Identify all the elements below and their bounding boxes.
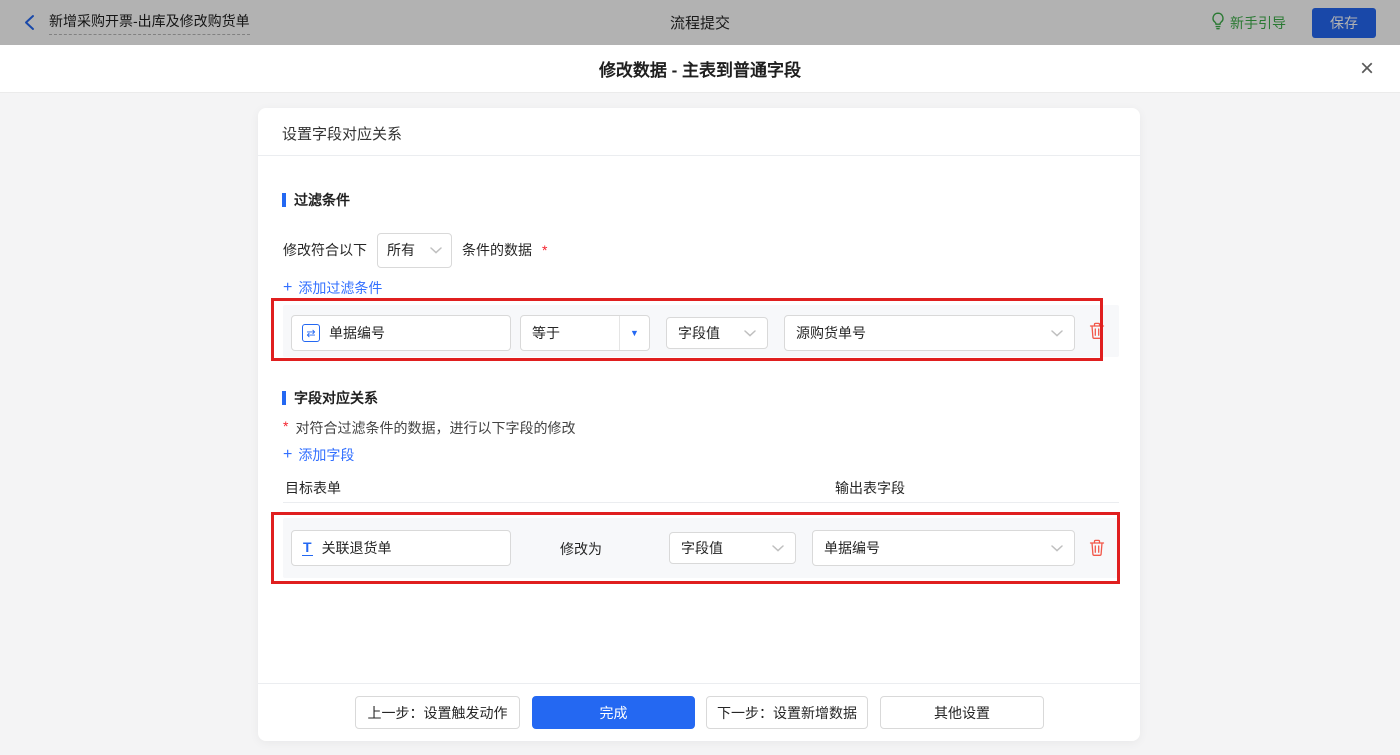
filter-field-input[interactable]: ⇄ 单据编号 — [291, 315, 511, 351]
card-header: 设置字段对应关系 — [282, 123, 402, 144]
prev-step-button[interactable]: 上一步：设置触发动作 — [355, 696, 520, 729]
chevron-down-icon — [772, 545, 784, 552]
required-asterisk: * — [283, 418, 288, 434]
filter-section-title: 过滤条件 — [282, 190, 350, 210]
field-mapping-card: 设置字段对应关系 过滤条件 修改符合以下 所有 条件的数据 * + 添加过滤条件… — [258, 108, 1140, 741]
filter-match-sentence: 修改符合以下 所有 条件的数据 * — [283, 232, 547, 268]
output-field-select[interactable]: 单据编号 — [812, 530, 1075, 566]
lookup-field-icon: ⇄ — [302, 324, 320, 342]
section-accent-bar — [282, 193, 286, 207]
required-asterisk: * — [542, 242, 547, 258]
section-accent-bar — [282, 391, 286, 405]
sentence-suffix: 条件的数据 — [462, 240, 532, 260]
sentence-prefix: 修改符合以下 — [283, 240, 367, 260]
plus-icon: + — [283, 281, 292, 295]
top-bar: 新增采购开票-出库及修改购货单 流程提交 新手引导 保存 — [0, 0, 1400, 45]
column-header-target-form: 目标表单 — [285, 478, 341, 498]
lightbulb-icon — [1211, 12, 1225, 33]
mapping-section-title: 字段对应关系 — [282, 388, 378, 408]
modal-header: 修改数据 - 主表到普通字段 × — [0, 45, 1400, 93]
text-field-icon: T — [302, 540, 313, 556]
chevron-down-icon — [430, 247, 442, 254]
chevron-down-icon — [744, 330, 756, 337]
chevron-down-icon — [1051, 545, 1063, 552]
target-field-input[interactable]: T 关联退货单 — [291, 530, 511, 566]
value-type-select[interactable]: 字段值 — [669, 532, 796, 564]
divider — [258, 155, 1140, 156]
close-icon[interactable]: × — [1360, 57, 1374, 81]
filter-condition-row: ⇄ 单据编号 等于 ▼ 字段值 源购货单号 — [283, 305, 1119, 357]
other-settings-button[interactable]: 其他设置 — [880, 696, 1044, 729]
caret-down-icon: ▼ — [619, 316, 649, 350]
add-field-link[interactable]: + 添加字段 — [283, 445, 354, 465]
beginner-guide-link[interactable]: 新手引导 — [1211, 12, 1286, 33]
delete-mapping-icon[interactable] — [1089, 539, 1105, 562]
value-type-select[interactable]: 字段值 — [666, 317, 768, 349]
delete-condition-icon[interactable] — [1089, 322, 1105, 345]
column-header-output-field: 输出表字段 — [835, 478, 905, 498]
match-mode-select[interactable]: 所有 — [377, 233, 452, 268]
mapping-note: * 对符合过滤条件的数据，进行以下字段的修改 — [283, 418, 575, 438]
operator-select[interactable]: 等于 ▼ — [520, 315, 650, 351]
divider — [258, 683, 1140, 684]
chevron-down-icon — [1051, 330, 1063, 337]
next-step-button[interactable]: 下一步：设置新增数据 — [706, 696, 868, 729]
value-field-select[interactable]: 源购货单号 — [784, 315, 1075, 351]
save-button[interactable]: 保存 — [1312, 8, 1376, 38]
done-button[interactable]: 完成 — [532, 696, 695, 729]
add-filter-condition-link[interactable]: + 添加过滤条件 — [283, 278, 382, 298]
plus-icon: + — [283, 448, 292, 462]
divider — [283, 502, 1119, 503]
modify-to-label: 修改为 — [560, 539, 602, 559]
beginner-guide-label: 新手引导 — [1230, 13, 1286, 33]
modal-title: 修改数据 - 主表到普通字段 — [599, 56, 801, 81]
field-mapping-row: T 关联退货单 修改为 字段值 单据编号 — [283, 518, 1119, 578]
modal-body: 设置字段对应关系 过滤条件 修改符合以下 所有 条件的数据 * + 添加过滤条件… — [0, 93, 1400, 755]
flow-submit-label: 流程提交 — [0, 12, 1400, 33]
